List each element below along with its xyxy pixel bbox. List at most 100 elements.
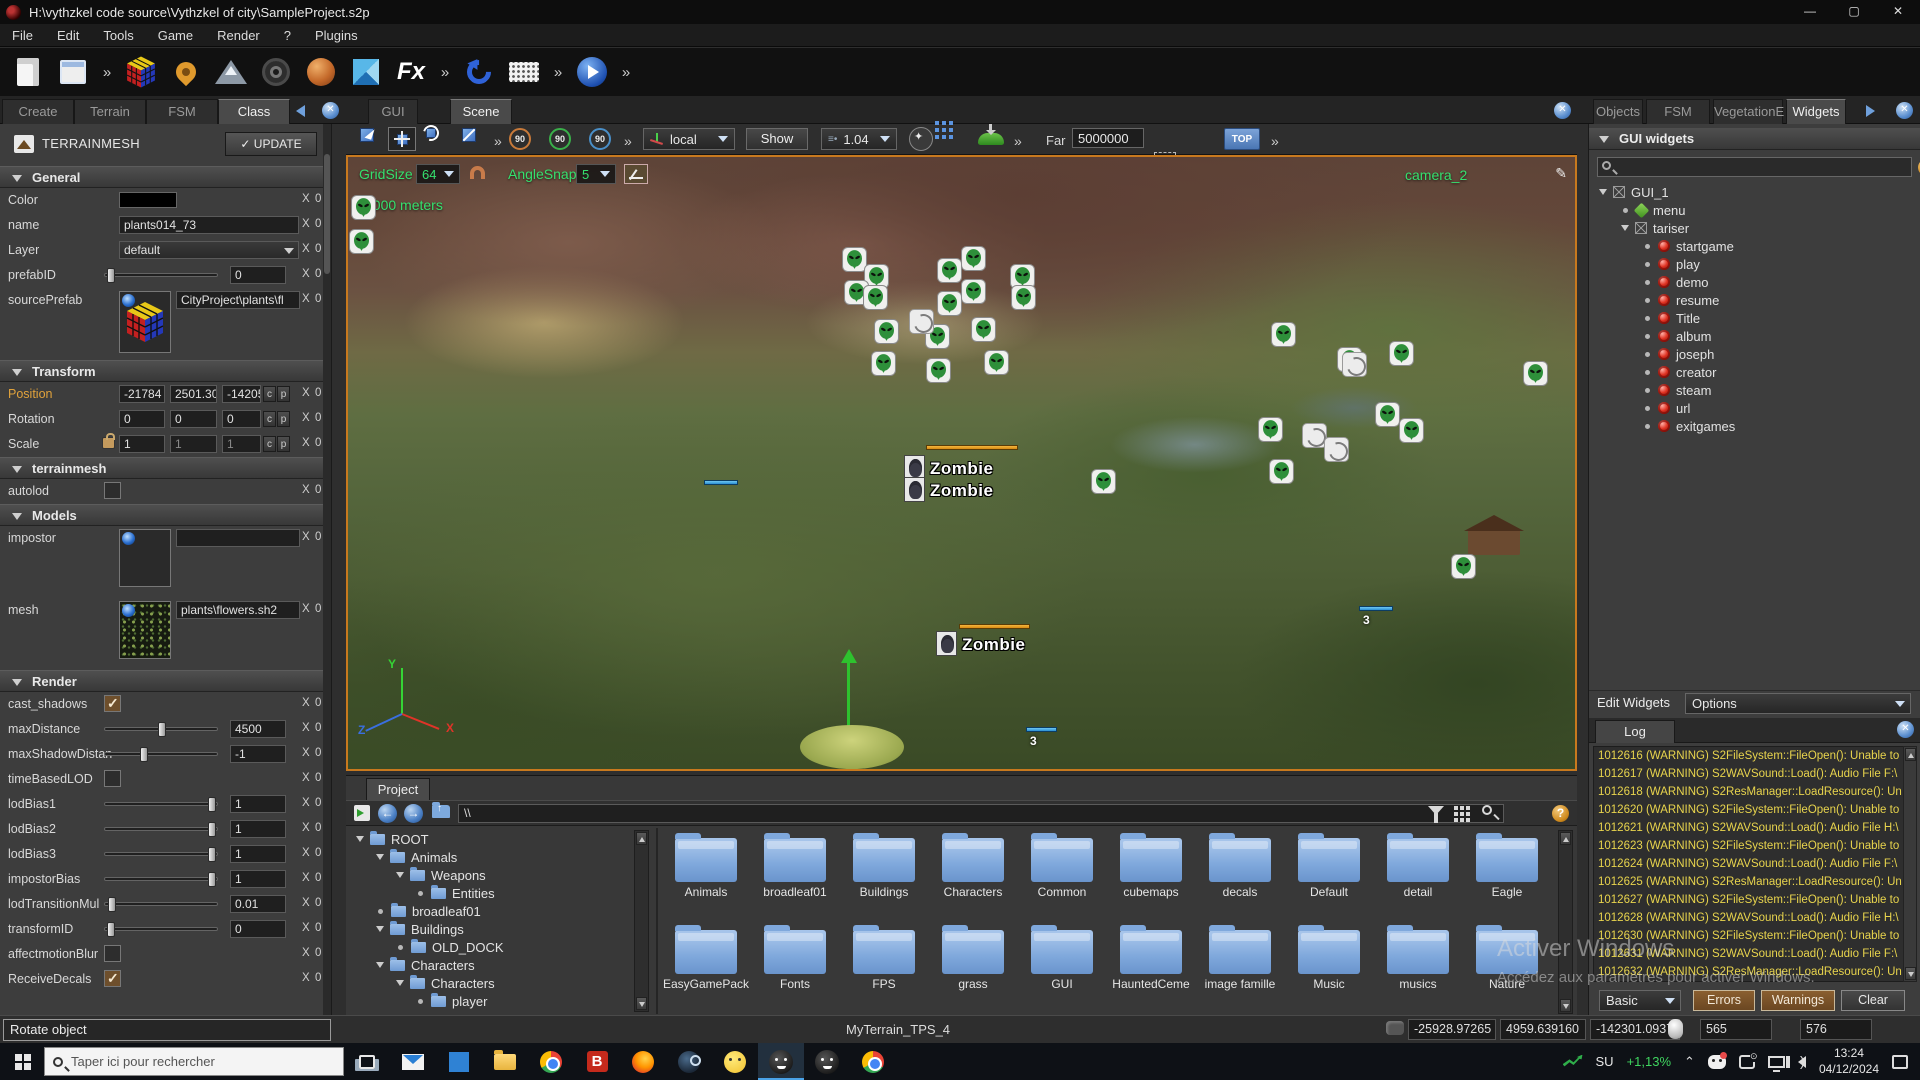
maximize-button[interactable]: ▢ xyxy=(1832,0,1876,24)
section-header-render[interactable]: Render xyxy=(0,670,324,692)
widget-tree-item-steam[interactable]: steam xyxy=(1589,381,1920,399)
folder-fps[interactable]: FPS xyxy=(840,930,928,991)
delete-key-button[interactable]: X xyxy=(302,193,310,205)
project-tree-item-buildings[interactable]: Buildings xyxy=(350,920,630,938)
slider-value-field[interactable]: 1 xyxy=(230,795,286,813)
tab-fsm-graph[interactable]: FSM Graph xyxy=(1646,99,1710,124)
alien-entity-icon[interactable] xyxy=(984,350,1009,375)
folder-fonts[interactable]: Fonts xyxy=(751,930,839,991)
paste-button[interactable]: p xyxy=(277,411,290,427)
slider-handle[interactable] xyxy=(208,847,216,862)
delete-key-button[interactable]: X xyxy=(302,772,310,784)
unit-portrait-icon[interactable] xyxy=(936,631,957,656)
snap-magnet-icon[interactable] xyxy=(470,166,485,179)
scroll-up-icon[interactable] xyxy=(636,832,647,845)
log-tab[interactable]: Log xyxy=(1595,720,1675,743)
chrome-icon[interactable] xyxy=(528,1043,574,1080)
undo-icon[interactable] xyxy=(461,54,497,90)
toolbar-overflow-icon[interactable]: » xyxy=(100,64,114,81)
alien-entity-icon[interactable] xyxy=(937,258,962,283)
folder-default[interactable]: Default xyxy=(1285,838,1373,899)
back-icon[interactable]: ← xyxy=(378,804,397,823)
widget-tree-item-resume[interactable]: resume xyxy=(1589,291,1920,309)
project-tree-item-root[interactable]: ROOT xyxy=(350,830,630,848)
folder-gui[interactable]: GUI xyxy=(1018,930,1106,991)
edit-pen-icon[interactable]: ✎ xyxy=(1555,165,1567,182)
prefab-path-field[interactable]: CityProject\plants\fl xyxy=(176,291,300,309)
tab-objects[interactable]: Objects xyxy=(1593,99,1643,124)
toolbar-overflow-icon[interactable]: » xyxy=(494,133,502,149)
volume-tray-icon[interactable] xyxy=(1798,1056,1806,1068)
widget-search-input[interactable]: ? xyxy=(1597,157,1912,177)
drop-to-ground-icon[interactable] xyxy=(978,125,1004,145)
folder-characters[interactable]: Characters xyxy=(929,838,1017,899)
delete-key-button[interactable]: X xyxy=(302,218,310,230)
asset-thumbnail[interactable] xyxy=(119,601,171,659)
folder-easygamepack[interactable]: EasyGamePack xyxy=(662,930,750,991)
delete-key-button[interactable]: X xyxy=(302,484,310,496)
scroll-up-icon[interactable] xyxy=(1560,832,1571,845)
slider-value-field[interactable]: 4500 xyxy=(230,720,286,738)
slider-track[interactable] xyxy=(104,852,218,856)
slider-track[interactable] xyxy=(104,902,218,906)
options-dropdown[interactable]: Options xyxy=(1685,693,1911,714)
color-swatch[interactable] xyxy=(119,192,177,208)
folder-hauntedceme[interactable]: HauntedCeme xyxy=(1107,930,1195,991)
folder-up-icon[interactable] xyxy=(432,805,450,818)
tab-scene[interactable]: Scene xyxy=(450,99,512,124)
prefab-thumbnail[interactable] xyxy=(119,291,171,353)
alien-entity-icon[interactable] xyxy=(1011,285,1036,310)
menu-render[interactable]: Render xyxy=(205,28,272,43)
alien-entity-icon[interactable] xyxy=(971,317,996,342)
delete-key-button[interactable]: X xyxy=(302,412,310,424)
checkbox[interactable] xyxy=(104,770,121,787)
folder-music[interactable]: Music xyxy=(1285,930,1373,991)
widget-tree-item-url[interactable]: url xyxy=(1589,399,1920,417)
asset-path-field[interactable] xyxy=(176,529,300,547)
open-project-icon[interactable] xyxy=(55,54,91,90)
scroll-down-icon[interactable] xyxy=(1905,967,1916,980)
engine-icon-active[interactable] xyxy=(758,1043,804,1080)
section-header-general[interactable]: General xyxy=(0,166,324,188)
properties-scrollbar[interactable] xyxy=(323,124,331,1015)
alien-entity-icon[interactable] xyxy=(1091,469,1116,494)
terrain-mountain-icon[interactable] xyxy=(213,54,249,90)
delete-key-button[interactable]: X xyxy=(302,797,310,809)
project-tree-item-weapons[interactable]: Weapons xyxy=(350,866,630,884)
folder-grid-scrollbar[interactable] xyxy=(1558,830,1573,1014)
log-scrollbar[interactable] xyxy=(1903,746,1917,982)
tab-class[interactable]: Class xyxy=(218,99,290,124)
delete-key-button[interactable]: X xyxy=(302,437,310,449)
task-view-icon[interactable] xyxy=(344,1043,390,1080)
folder-eagle[interactable]: Eagle xyxy=(1463,838,1551,899)
project-tree-item-old_dock[interactable]: OLD_DOCK xyxy=(350,938,630,956)
delete-key-button[interactable]: X xyxy=(302,243,310,255)
tire-icon[interactable] xyxy=(258,54,294,90)
gridsize-dropdown[interactable]: 64 xyxy=(416,164,460,184)
slider-value-field[interactable]: 1 xyxy=(230,845,286,863)
planet-icon[interactable] xyxy=(303,54,339,90)
folder-nature[interactable]: Nature xyxy=(1463,930,1551,991)
keyboard-icon[interactable] xyxy=(506,54,542,90)
asset-path-field[interactable]: plants\flowers.sh2 xyxy=(176,601,300,619)
widget-tree-item-creator[interactable]: creator xyxy=(1589,363,1920,381)
vector-field[interactable]: 0 xyxy=(119,410,165,428)
delete-key-button[interactable]: X xyxy=(302,747,310,759)
vector-field[interactable]: 0 xyxy=(170,410,217,428)
folder-image-famille[interactable]: image famille xyxy=(1196,930,1284,991)
widget-tree-item-title[interactable]: Title xyxy=(1589,309,1920,327)
delete-key-button[interactable]: X xyxy=(302,947,310,959)
view-top-button[interactable]: TOP xyxy=(1224,128,1260,150)
toolbar-overflow-icon[interactable]: » xyxy=(619,64,633,81)
coordinate-space-dropdown[interactable]: local xyxy=(643,128,735,150)
angle-snap-toggle-icon[interactable] xyxy=(624,164,648,184)
delete-key-button[interactable]: X xyxy=(302,387,310,399)
checkbox[interactable] xyxy=(104,695,121,712)
scroll-tabs-right-icon[interactable] xyxy=(1866,105,1875,117)
dropdown[interactable]: default xyxy=(119,241,299,259)
toolbar-overflow-icon[interactable]: » xyxy=(438,64,452,81)
alien-entity-icon[interactable] xyxy=(351,195,376,220)
widget-tree-item-joseph[interactable]: joseph xyxy=(1589,345,1920,363)
delete-key-button[interactable]: X xyxy=(302,722,310,734)
widget-tree-item-exitgames[interactable]: exitgames xyxy=(1589,417,1920,435)
